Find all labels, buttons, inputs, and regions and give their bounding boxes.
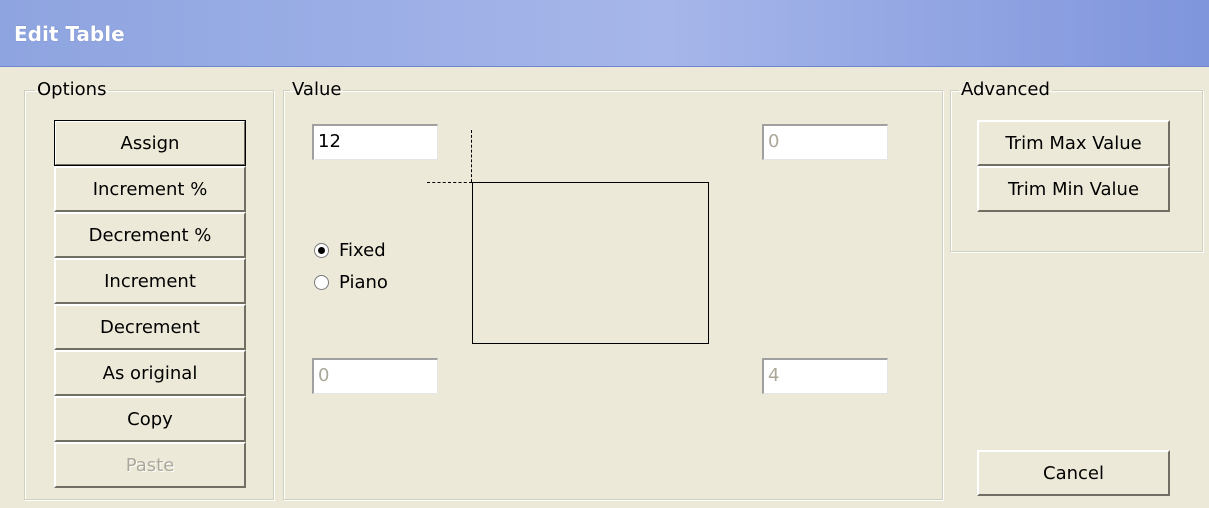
title-bar[interactable]: Edit Table (0, 0, 1209, 67)
options-legend: Options (37, 79, 107, 100)
paste-button[interactable]: Paste (54, 442, 246, 488)
piano-radio-label: Piano (339, 272, 388, 293)
piano-radio-button[interactable] (314, 275, 329, 290)
table-preview-box (472, 182, 709, 344)
top-right-value-field[interactable]: 0 (762, 124, 888, 160)
top-left-value-field[interactable]: 12 (312, 124, 438, 160)
trim-min-value-button[interactable]: Trim Min Value (977, 166, 1170, 212)
value-legend: Value (292, 79, 342, 100)
increment-button[interactable]: Increment (54, 258, 246, 304)
copy-button[interactable]: Copy (54, 396, 246, 442)
fixed-radio-label: Fixed (339, 240, 386, 261)
advanced-legend: Advanced (961, 79, 1050, 100)
fixed-radio-option[interactable]: Fixed (314, 240, 386, 261)
as-original-button[interactable]: As original (54, 350, 246, 396)
decrement-button[interactable]: Decrement (54, 304, 246, 350)
window-title: Edit Table (14, 22, 125, 46)
fixed-radio-button[interactable] (314, 243, 329, 258)
trim-max-value-button[interactable]: Trim Max Value (977, 120, 1170, 166)
decrement-percent-button[interactable]: Decrement % (54, 212, 246, 258)
bottom-left-value-field[interactable]: 0 (312, 358, 438, 394)
cancel-button[interactable]: Cancel (977, 450, 1170, 496)
piano-radio-option[interactable]: Piano (314, 272, 388, 293)
increment-percent-button[interactable]: Increment % (54, 166, 246, 212)
vertical-dashed-guide (471, 130, 472, 182)
assign-button[interactable]: Assign (54, 120, 246, 166)
bottom-right-value-field[interactable]: 4 (762, 358, 888, 394)
horizontal-dashed-guide (427, 182, 472, 183)
